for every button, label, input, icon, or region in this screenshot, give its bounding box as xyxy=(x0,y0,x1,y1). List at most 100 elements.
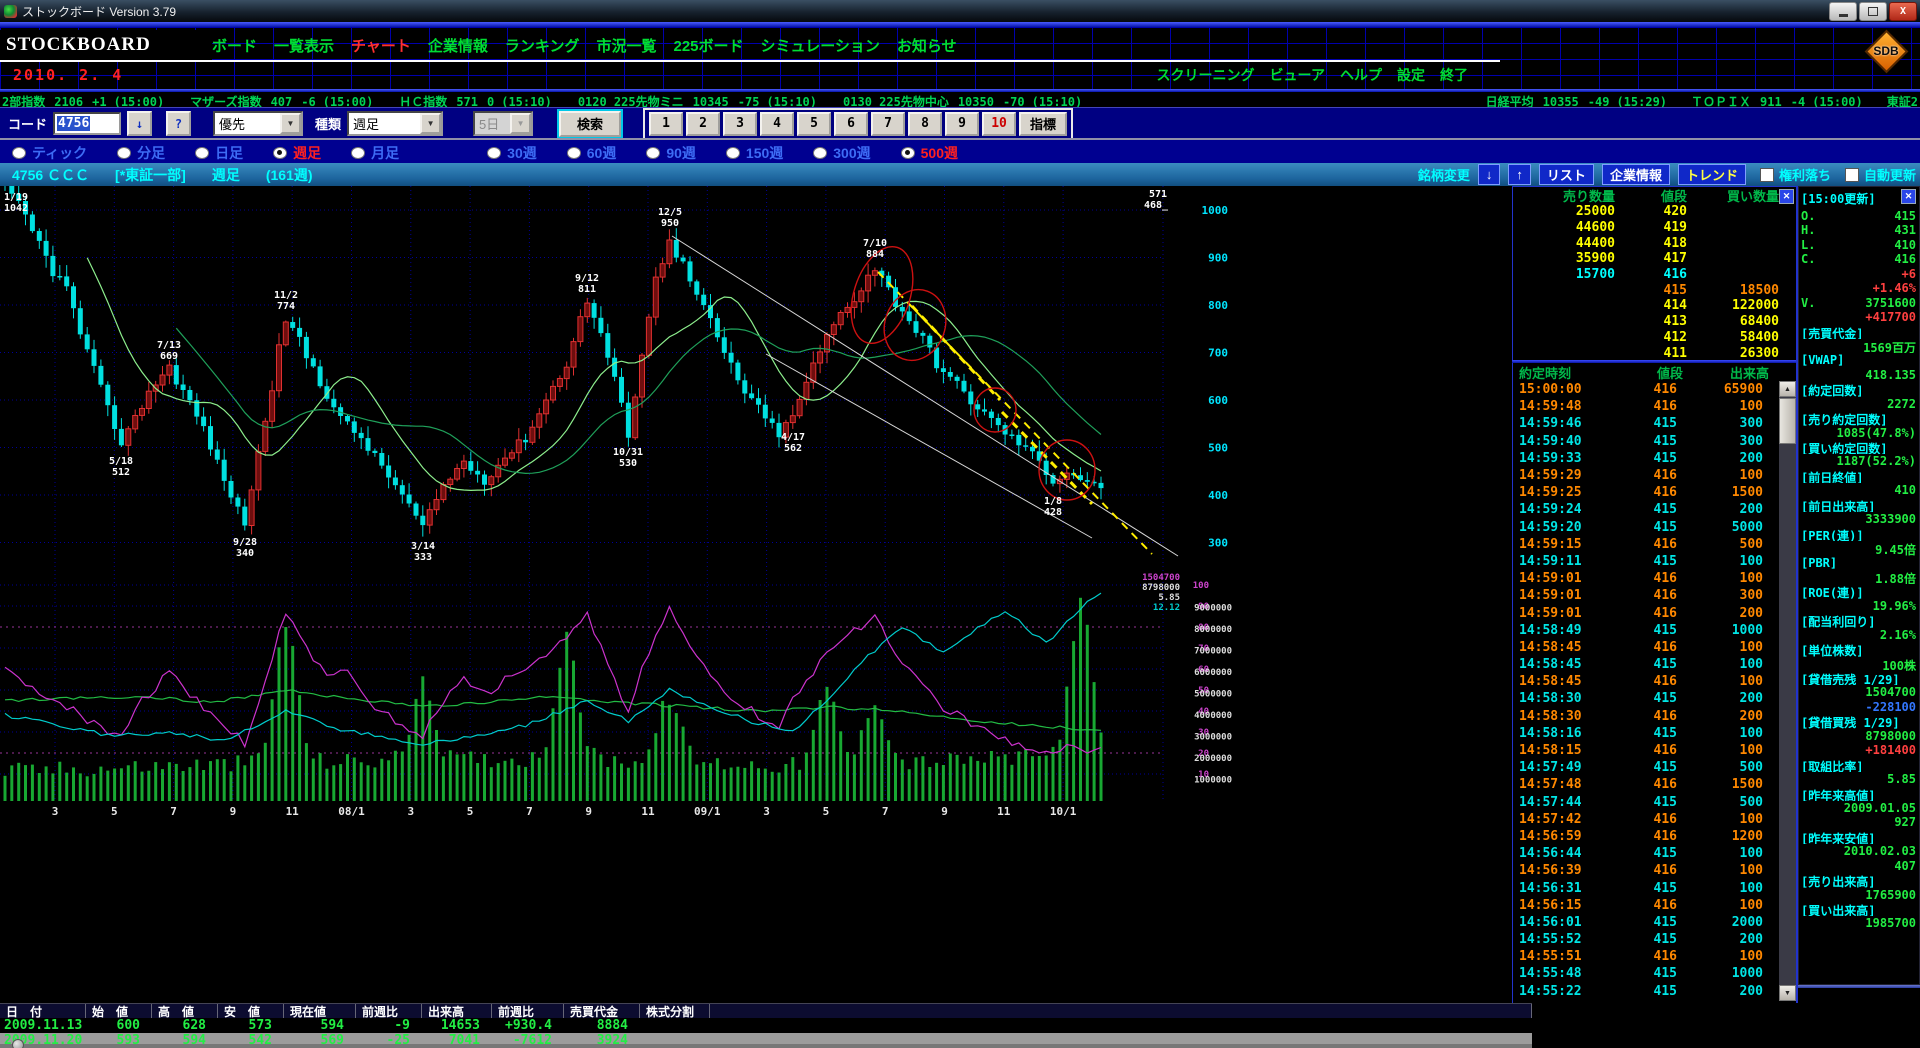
menu-item-終了[interactable]: 終了 xyxy=(1440,65,1468,85)
radio-icon[interactable] xyxy=(351,147,365,159)
bid-qty: 18500 xyxy=(1687,283,1779,298)
table-cell: 2009.11.13 xyxy=(0,1018,86,1033)
radio-icon[interactable] xyxy=(117,147,131,159)
period-radio-150週[interactable]: 150週 xyxy=(726,143,783,163)
trade-volume: 200 xyxy=(1677,502,1763,517)
bid-price: 413 xyxy=(1615,314,1687,329)
close-button[interactable]: X xyxy=(1889,2,1917,21)
scroll-up-icon[interactable]: ▲ xyxy=(1779,381,1796,397)
menu-item-225ボード[interactable]: 225ボード xyxy=(673,35,743,56)
menu-item-チャート[interactable]: チャート xyxy=(351,35,411,56)
menu-item-設定[interactable]: 設定 xyxy=(1397,65,1425,85)
trade-time: 14:57:44 xyxy=(1513,795,1605,810)
menu-item-ランキング[interactable]: ランキング xyxy=(505,35,580,56)
ex-rights-checkbox[interactable] xyxy=(1760,168,1774,182)
tape-row: 14:58:45416100 xyxy=(1513,673,1777,690)
menu-item-ビューア[interactable]: ビューア xyxy=(1270,65,1325,85)
table-row[interactable]: 2009.11.13600628573594-914653+930.48884 xyxy=(0,1018,1532,1033)
trade-volume: 1200 xyxy=(1677,829,1763,844)
symbol-up-button[interactable]: ↑ xyxy=(1508,164,1531,185)
search-button[interactable]: 検索 xyxy=(559,111,621,137)
svg-text:5000000: 5000000 xyxy=(1194,690,1232,700)
svg-text:9: 9 xyxy=(585,805,592,818)
svg-text:1000: 1000 xyxy=(1202,204,1229,217)
menu-item-一覧表示[interactable]: 一覧表示 xyxy=(274,35,334,56)
code-input[interactable]: 4756 xyxy=(53,112,121,135)
menu-item-お知らせ[interactable]: お知らせ xyxy=(897,35,957,56)
menu-item-ヘルプ[interactable]: ヘルプ xyxy=(1340,65,1382,85)
period-radio-月足[interactable]: 月足 xyxy=(351,143,399,163)
stock-weeks: (161週) xyxy=(266,165,313,185)
chart-slot-button-5[interactable]: 5 xyxy=(797,112,831,136)
period-radio-週足[interactable]: 週足 xyxy=(273,143,321,163)
chart-slot-button-1[interactable]: 1 xyxy=(649,112,683,136)
radio-icon[interactable] xyxy=(813,147,827,159)
radio-icon[interactable] xyxy=(726,147,740,159)
bottom-scroll-knob[interactable] xyxy=(12,1039,24,1048)
chart-slot-button-7[interactable]: 7 xyxy=(871,112,905,136)
table-header-cell: 日 付 xyxy=(0,1004,86,1018)
stock-chart[interactable]: 35791108/135791109/135791110/11000900800… xyxy=(0,186,1512,1003)
period-radio-分足[interactable]: 分足 xyxy=(117,143,165,163)
ticker-change: 0 xyxy=(487,95,494,107)
radio-icon[interactable] xyxy=(567,147,581,159)
radio-icon[interactable] xyxy=(901,147,915,159)
help-button[interactable]: ? xyxy=(166,111,191,136)
stats-value: 3333900 xyxy=(1865,512,1916,526)
chart-slot-button-10[interactable]: 10 xyxy=(982,112,1016,136)
stats-line: [前日出来高] xyxy=(1799,498,1919,512)
indicator-button[interactable]: 指標 xyxy=(1019,112,1067,136)
period-radio-30週[interactable]: 30週 xyxy=(487,143,537,163)
radio-icon[interactable] xyxy=(195,147,209,159)
close-icon[interactable]: ✕ xyxy=(1779,189,1794,204)
chart-slot-button-6[interactable]: 6 xyxy=(834,112,868,136)
stats-line: [昨年来高値] xyxy=(1799,787,1919,801)
stats-line: [取組比率] xyxy=(1799,758,1919,772)
code-down-button[interactable]: ↓ xyxy=(127,111,152,136)
chart-slot-button-9[interactable]: 9 xyxy=(945,112,979,136)
tape-scrollbar[interactable]: ▲ ▼ xyxy=(1779,381,1796,1001)
auto-update-checkbox[interactable] xyxy=(1845,168,1859,182)
period-radio-60週[interactable]: 60週 xyxy=(567,143,617,163)
menu-item-ボード[interactable]: ボード xyxy=(212,35,257,56)
corp-info-button[interactable]: 企業情報 xyxy=(1602,164,1670,185)
chart-slot-button-4[interactable]: 4 xyxy=(760,112,794,136)
period-radio-300週[interactable]: 300週 xyxy=(813,143,870,163)
stats-value: 100株 xyxy=(1882,657,1916,671)
menu-item-企業情報[interactable]: 企業情報 xyxy=(428,35,488,56)
radio-icon[interactable] xyxy=(12,147,26,159)
ticker-item: 0120 225先物ミニ10345-75(15:10) xyxy=(578,93,817,107)
radio-icon[interactable] xyxy=(273,147,287,159)
restore-button[interactable] xyxy=(1859,2,1887,21)
trade-volume: 1000 xyxy=(1677,623,1763,638)
chart-slot-button-8[interactable]: 8 xyxy=(908,112,942,136)
bottom-scroll-strip[interactable] xyxy=(0,1044,1532,1048)
period-radio-90週[interactable]: 90週 xyxy=(646,143,696,163)
trend-button[interactable]: トレンド xyxy=(1678,164,1746,185)
period-radio-日足[interactable]: 日足 xyxy=(195,143,243,163)
menu-item-スクリーニング[interactable]: スクリーニング xyxy=(1157,65,1255,85)
trade-time: 15:00:00 xyxy=(1513,382,1605,397)
menu-item-シミュレーション[interactable]: シミュレーション xyxy=(761,35,880,56)
type-select[interactable]: 週足▼ xyxy=(347,111,443,136)
chart-slot-button-2[interactable]: 2 xyxy=(686,112,720,136)
ticker-value: 2106 xyxy=(54,95,83,107)
close-icon[interactable]: ✕ xyxy=(1901,189,1916,204)
scroll-down-icon[interactable]: ▼ xyxy=(1779,985,1796,1001)
radio-icon[interactable] xyxy=(646,147,660,159)
stats-label: [買い出来高] xyxy=(1801,902,1875,916)
trade-price: 416 xyxy=(1605,898,1677,913)
radio-icon[interactable] xyxy=(487,147,501,159)
chart-slot-button-3[interactable]: 3 xyxy=(723,112,757,136)
trade-price: 416 xyxy=(1605,812,1677,827)
symbol-down-button[interactable]: ↓ xyxy=(1478,164,1501,185)
tape-row: 14:59:11415100 xyxy=(1513,553,1777,570)
period-radio-ティック[interactable]: ティック xyxy=(12,143,87,163)
scrollbar-thumb[interactable] xyxy=(1779,398,1796,444)
minimize-button[interactable] xyxy=(1829,2,1857,21)
period-radio-500週[interactable]: 500週 xyxy=(901,143,958,163)
trade-price: 416 xyxy=(1605,399,1677,414)
list-button[interactable]: リスト xyxy=(1539,164,1594,185)
priority-select[interactable]: 優先▼ xyxy=(213,111,303,136)
menu-item-市況一覧[interactable]: 市況一覧 xyxy=(596,35,656,56)
